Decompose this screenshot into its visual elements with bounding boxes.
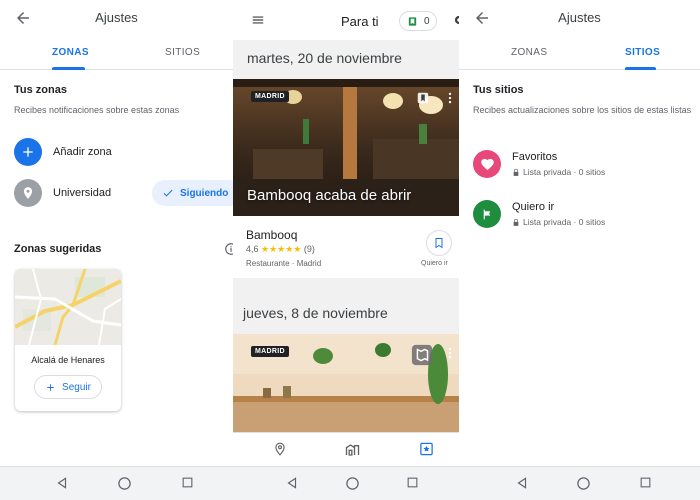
- tab-bar: ZONAS SITIOS: [0, 40, 233, 70]
- more-vert-icon[interactable]: [445, 346, 455, 360]
- commute-buildings-icon[interactable]: [344, 441, 361, 457]
- nav-recents-icon[interactable]: [181, 476, 194, 489]
- list-meta: Lista privada · 0 sitios: [523, 167, 606, 177]
- following-button[interactable]: Siguiendo: [152, 180, 233, 206]
- tab-indicator: [625, 67, 656, 70]
- for-you-icon[interactable]: [419, 441, 434, 457]
- suggested-title: Zonas sugeridas: [14, 243, 102, 255]
- tab-indicator: [52, 67, 85, 70]
- location-badge: MADRID: [251, 91, 289, 102]
- tab-sitios[interactable]: SITIOS: [165, 47, 200, 58]
- feed-title: Para ti: [341, 14, 379, 29]
- nav-recents-icon[interactable]: [406, 476, 419, 489]
- list-meta: Lista privada · 0 sitios: [523, 217, 606, 227]
- tab-bar: ZONAS SITIOS: [459, 40, 700, 70]
- sites-screen: Ajustes ZONAS SITIOS Tus sitios Recibes …: [459, 0, 700, 500]
- page-title: Ajustes: [558, 10, 601, 25]
- nav-recents-icon[interactable]: [639, 476, 652, 489]
- plus-icon: [47, 383, 54, 391]
- post-photo[interactable]: MADRID Bambooq acaba de abrir: [233, 79, 459, 216]
- suggested-zone-name: Alcalá de Henares: [31, 355, 105, 365]
- nav-back-icon[interactable]: [515, 476, 529, 490]
- app-bottom-nav: [233, 432, 459, 466]
- settings-gear-icon[interactable]: [452, 13, 459, 27]
- system-nav-bar: [233, 466, 459, 500]
- map-thumbnail: [15, 269, 121, 346]
- feed-header: Para ti 0: [233, 0, 459, 40]
- tab-sitios[interactable]: SITIOS: [625, 47, 660, 58]
- nav-back-icon[interactable]: [55, 476, 69, 490]
- add-zone-label: Añadir zona: [53, 146, 112, 158]
- rating-row: 4,6 ★★★★★ (9): [246, 244, 315, 255]
- nav-home-icon[interactable]: [117, 476, 132, 491]
- app-bar: Ajustes: [0, 0, 233, 36]
- zones-screen: Ajustes ZONAS SITIOS Tus zonas Recibes n…: [0, 0, 233, 500]
- want-to-go-button[interactable]: [426, 230, 452, 256]
- list-name: Quiero ir: [512, 201, 555, 213]
- place-marker-icon: [14, 179, 42, 207]
- zone-name: Universidad: [53, 187, 112, 199]
- review-count: (9): [303, 244, 315, 254]
- nav-back-icon[interactable]: [285, 476, 299, 490]
- lock-icon: [513, 218, 519, 226]
- follow-button[interactable]: Seguir: [34, 375, 102, 399]
- lock-icon: [513, 168, 519, 176]
- app-bar: Ajustes: [459, 0, 700, 36]
- heart-icon: [473, 150, 501, 178]
- location-badge: MADRID: [251, 346, 289, 357]
- follow-label: Seguir: [62, 381, 91, 393]
- list-meta-row: Lista privada · 0 sitios: [512, 167, 605, 177]
- page-title: Ajustes: [95, 10, 138, 25]
- saved-count-chip[interactable]: 0: [399, 11, 437, 31]
- feed-screen: Para ti 0 martes, 20 de noviembre MADRID…: [233, 0, 459, 500]
- following-label: Siguiendo: [180, 187, 229, 199]
- check-icon: [163, 189, 173, 197]
- bookmark-flag-icon[interactable]: [416, 91, 430, 105]
- info-icon[interactable]: [224, 242, 233, 256]
- place-info[interactable]: Bambooq 4,6 ★★★★★ (9) Restaurante · Madr…: [233, 216, 459, 278]
- list-meta-row: Lista privada · 0 sitios: [512, 217, 605, 227]
- post-photo[interactable]: MADRID: [233, 334, 459, 432]
- flag-icon: [408, 16, 417, 26]
- place-category: Restaurante · Madrid: [246, 259, 322, 268]
- post-date: jueves, 8 de noviembre: [243, 305, 388, 321]
- map-icon[interactable]: [411, 344, 433, 366]
- section-subtitle: Recibes actualizaciones sobre los sitios…: [473, 105, 692, 115]
- explore-pin-icon[interactable]: [273, 441, 287, 457]
- menu-icon[interactable]: [251, 13, 265, 27]
- rating-stars: ★★★★★: [261, 244, 302, 254]
- flag-icon: [473, 200, 501, 228]
- nav-home-icon[interactable]: [576, 476, 591, 491]
- more-vert-icon[interactable]: [445, 91, 455, 105]
- place-name: Bambooq: [246, 228, 298, 242]
- post-date: martes, 20 de noviembre: [247, 50, 402, 66]
- want-to-go-label: Quiero ir: [421, 260, 448, 267]
- nav-home-icon[interactable]: [345, 476, 360, 491]
- rating-value: 4,6: [246, 244, 259, 254]
- add-icon: [14, 138, 42, 166]
- section-title: Tus zonas: [14, 84, 67, 96]
- bookmark-icon: [435, 238, 443, 249]
- section-subtitle: Recibes notificaciones sobre estas zonas: [14, 105, 180, 115]
- suggested-zone-card[interactable]: Alcalá de Henares Seguir: [15, 269, 121, 411]
- system-nav-bar: [0, 466, 233, 500]
- photo-caption: Bambooq acaba de abrir: [247, 187, 412, 204]
- tab-zonas[interactable]: ZONAS: [52, 47, 89, 58]
- section-title: Tus sitios: [473, 84, 524, 96]
- system-nav-bar: [459, 466, 700, 500]
- tab-zonas[interactable]: ZONAS: [511, 47, 547, 58]
- list-name: Favoritos: [512, 151, 558, 163]
- saved-count: 0: [424, 15, 430, 27]
